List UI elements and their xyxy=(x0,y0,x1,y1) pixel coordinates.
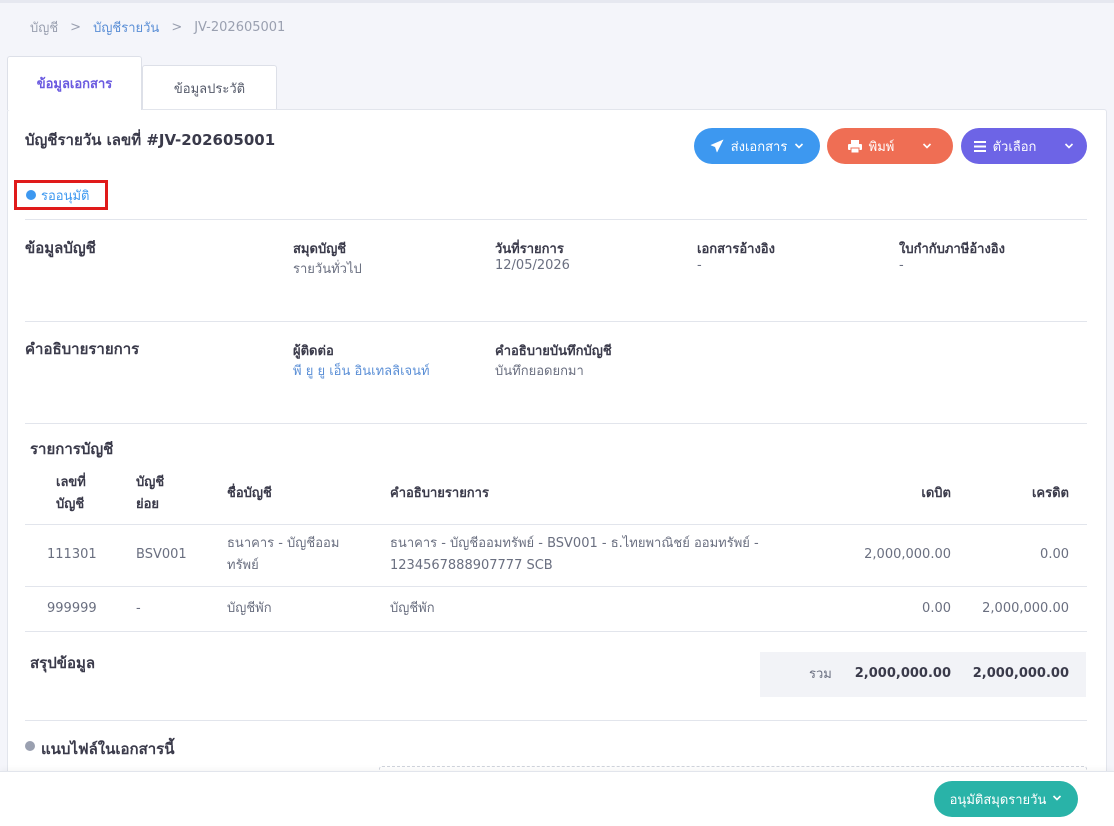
paper-plane-icon xyxy=(709,139,724,153)
printer-icon xyxy=(847,139,862,153)
ref-doc-value: - xyxy=(697,258,702,273)
header-credit: เครดิต xyxy=(1031,486,1069,501)
header-text: บัญชี xyxy=(136,475,165,490)
cell-account-name: บัญชีพัก xyxy=(227,601,272,616)
header-description: คำอธิบายรายการ xyxy=(390,486,489,501)
contact-link[interactable]: พี ยู ยู เอ็น อินเทลลิเจนท์ xyxy=(293,360,430,381)
cell-account-no: 111301 xyxy=(47,547,97,562)
header-text: ย่อย xyxy=(136,497,160,512)
account-info-title: ข้อมูลบัญชี xyxy=(25,239,96,257)
cell-description: ธนาคาร - บัญชีออมทรัพย์ - BSV001 - ธ.ไทย… xyxy=(390,533,759,577)
chevron-down-icon xyxy=(1064,141,1074,151)
attachments-title: แนบไฟล์ในเอกสารนี้ xyxy=(41,740,175,758)
breadcrumb-section[interactable]: บัญชีรายวัน xyxy=(93,17,159,38)
header-text: เลขที่ xyxy=(56,475,86,490)
status-badge: รออนุมัติ xyxy=(14,180,108,210)
breadcrumb-current: JV-202605001 xyxy=(194,20,286,35)
description-info-title: คำอธิบายรายการ xyxy=(25,340,140,358)
divider xyxy=(25,586,1087,587)
divider xyxy=(25,631,1087,632)
divider xyxy=(25,720,1087,721)
cell-text: ทรัพย์ xyxy=(227,558,259,573)
tab-label: ข้อมูลเอกสาร xyxy=(36,77,113,92)
options-label: ตัวเลือก xyxy=(992,139,1037,155)
breadcrumb-separator: > xyxy=(70,20,82,35)
cell-text: ธนาคาร - บัญชีออม xyxy=(227,536,340,551)
tax-invoice-label: ใบกำกับภาษีอ้างอิง xyxy=(899,242,1005,257)
attachment-dot-icon xyxy=(25,741,35,751)
note-label: คำอธิบายบันทึกบัญชี xyxy=(495,344,612,359)
tab-history-info[interactable]: ข้อมูลประวัติ xyxy=(142,65,277,110)
tab-label: ข้อมูลประวัติ xyxy=(173,81,246,97)
header-account-name: ชื่อบัญชี xyxy=(227,486,272,501)
summary-total-label: รวม xyxy=(809,667,832,682)
date-value: 12/05/2026 xyxy=(495,258,570,273)
divider xyxy=(25,423,1087,424)
send-document-button[interactable]: ส่งเอกสาร xyxy=(694,128,820,164)
header-text: บัญชี xyxy=(56,497,85,512)
entries-title: รายการบัญชี xyxy=(30,440,114,458)
topbar-shadow xyxy=(0,0,1114,3)
print-button[interactable]: พิมพ์ xyxy=(827,128,953,164)
approve-journal-label: อนุมัติสมุดรายวัน xyxy=(949,792,1047,808)
cell-account-no: 999999 xyxy=(47,601,97,616)
cell-account-name: ธนาคาร - บัญชีออม ทรัพย์ xyxy=(227,533,339,577)
divider xyxy=(25,321,1087,322)
note-value: บันทึกยอดยกมา xyxy=(495,364,584,379)
tab-document-info[interactable]: ข้อมูลเอกสาร xyxy=(7,56,142,110)
summary-total-credit: 2,000,000.00 xyxy=(972,666,1069,681)
status-text: รออนุมัติ xyxy=(41,188,90,204)
chevron-down-icon xyxy=(1052,792,1062,807)
cell-credit: 2,000,000.00 xyxy=(982,601,1069,616)
header-debit: เดบิต xyxy=(921,486,951,501)
journal-label: สมุดบัญชี xyxy=(293,242,347,257)
journal-value: รายวันทั่วไป xyxy=(293,262,362,277)
breadcrumb: บัญชี > บัญชีรายวัน > JV-202605001 xyxy=(30,17,285,38)
cell-text: ธนาคาร - บัญชีออมทรัพย์ - BSV001 - ธ.ไทย… xyxy=(390,536,759,551)
divider xyxy=(25,219,1087,220)
tab-bar: ข้อมูลเอกสาร ข้อมูลประวัติ xyxy=(7,56,277,110)
tax-invoice-value: - xyxy=(899,258,904,273)
breadcrumb-separator: > xyxy=(171,20,183,35)
divider xyxy=(25,524,1087,525)
document-card xyxy=(7,109,1107,809)
send-document-label: ส่งเอกสาร xyxy=(730,139,788,155)
breadcrumb-root[interactable]: บัญชี xyxy=(30,17,58,38)
summary-total-debit: 2,000,000.00 xyxy=(854,666,951,681)
summary-title: สรุปข้อมูล xyxy=(30,654,96,672)
ref-doc-label: เอกสารอ้างอิง xyxy=(697,242,775,257)
chevron-down-icon[interactable] xyxy=(922,141,932,151)
date-label: วันที่รายการ xyxy=(495,242,564,257)
cell-description: บัญชีพัก xyxy=(390,601,435,616)
page-title: บัญชีรายวัน เลขที่ #JV-202605001 xyxy=(25,131,276,149)
chevron-down-icon xyxy=(794,141,804,151)
cell-text: 1234567888907777 SCB xyxy=(390,558,553,573)
cell-debit: 2,000,000.00 xyxy=(864,547,951,562)
cell-sub-account: - xyxy=(136,601,141,616)
header-account-no: เลขที่ บัญชี xyxy=(56,472,86,516)
contact-label: ผู้ติดต่อ xyxy=(293,344,334,359)
approve-journal-button[interactable]: อนุมัติสมุดรายวัน xyxy=(934,781,1078,817)
cell-credit: 0.00 xyxy=(1040,547,1069,562)
print-label: พิมพ์ xyxy=(868,139,895,155)
menu-icon xyxy=(973,140,986,152)
cell-sub-account: BSV001 xyxy=(136,547,187,562)
cell-debit: 0.00 xyxy=(922,601,951,616)
options-button[interactable]: ตัวเลือก xyxy=(961,128,1087,164)
status-dot-icon xyxy=(26,190,36,200)
header-sub-account: บัญชี ย่อย xyxy=(136,472,164,516)
